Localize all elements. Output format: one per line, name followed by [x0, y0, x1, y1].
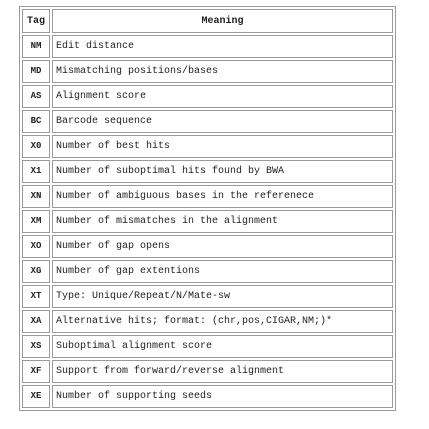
meaning-cell: Suboptimal alignment score [52, 335, 393, 358]
tag-cell: XT [22, 285, 50, 308]
tag-cell: XO [22, 235, 50, 258]
sam-tag-table-wrapper: Tag Meaning NM Edit distance MD Mismatchin… [19, 6, 396, 411]
sam-tag-table: Tag Meaning NM Edit distance MD Mismatchin… [19, 6, 396, 411]
table-row: XS Suboptimal alignment score [22, 335, 393, 358]
table-row: XF Support from forward/reverse alignment [22, 360, 393, 383]
meaning-column-header: Meaning [52, 9, 393, 33]
meaning-cell: Number of ambiguous bases in the referen… [52, 185, 393, 208]
table-row: XN Number of ambiguous bases in the refer… [22, 185, 393, 208]
table-row: XA Alternative hits; format: (chr,pos,CIG… [22, 310, 393, 333]
table-body: NM Edit distance MD Mismatching positions/… [22, 35, 393, 408]
tag-cell: XE [22, 385, 50, 408]
table-row: XE Number of supporting seeds [22, 385, 393, 408]
tag-cell: NM [22, 35, 50, 58]
meaning-cell: Mismatching positions/bases [52, 60, 393, 83]
meaning-cell: Number of gap extentions [52, 260, 393, 283]
tag-cell: MD [22, 60, 50, 83]
meaning-cell: Edit distance [52, 35, 393, 58]
tag-cell: XN [22, 185, 50, 208]
tag-cell: XA [22, 310, 50, 333]
table-row: XO Number of gap opens [22, 235, 393, 258]
table-row: X1 Number of suboptimal hits found by BWA [22, 160, 393, 183]
table-row: BC Barcode sequence [22, 110, 393, 133]
tag-cell: XG [22, 260, 50, 283]
tag-cell: XM [22, 210, 50, 233]
meaning-cell: Barcode sequence [52, 110, 393, 133]
table-row: MD Mismatching positions/bases [22, 60, 393, 83]
tag-cell: X0 [22, 135, 50, 158]
table-row: NM Edit distance [22, 35, 393, 58]
meaning-cell: Support from forward/reverse alignment [52, 360, 393, 383]
meaning-cell: Type: Unique/Repeat/N/Mate-sw [52, 285, 393, 308]
meaning-cell: Alternative hits; format: (chr,pos,CIGAR… [52, 310, 393, 333]
meaning-cell: Number of gap opens [52, 235, 393, 258]
table-row: XT Type: Unique/Repeat/N/Mate-sw [22, 285, 393, 308]
tag-cell: X1 [22, 160, 50, 183]
tag-cell: BC [22, 110, 50, 133]
table-header-row: Tag Meaning [22, 9, 393, 33]
table-row: AS Alignment score [22, 85, 393, 108]
meaning-cell: Number of supporting seeds [52, 385, 393, 408]
meaning-cell: Number of mismatches in the alignment [52, 210, 393, 233]
meaning-cell: Alignment score [52, 85, 393, 108]
table-row: XM Number of mismatches in the alignment [22, 210, 393, 233]
tag-cell: AS [22, 85, 50, 108]
table-row: X0 Number of best hits [22, 135, 393, 158]
tag-cell: XF [22, 360, 50, 383]
tag-column-header: Tag [22, 9, 50, 33]
meaning-cell: Number of suboptimal hits found by BWA [52, 160, 393, 183]
table-row: XG Number of gap extentions [22, 260, 393, 283]
tag-cell: XS [22, 335, 50, 358]
meaning-cell: Number of best hits [52, 135, 393, 158]
